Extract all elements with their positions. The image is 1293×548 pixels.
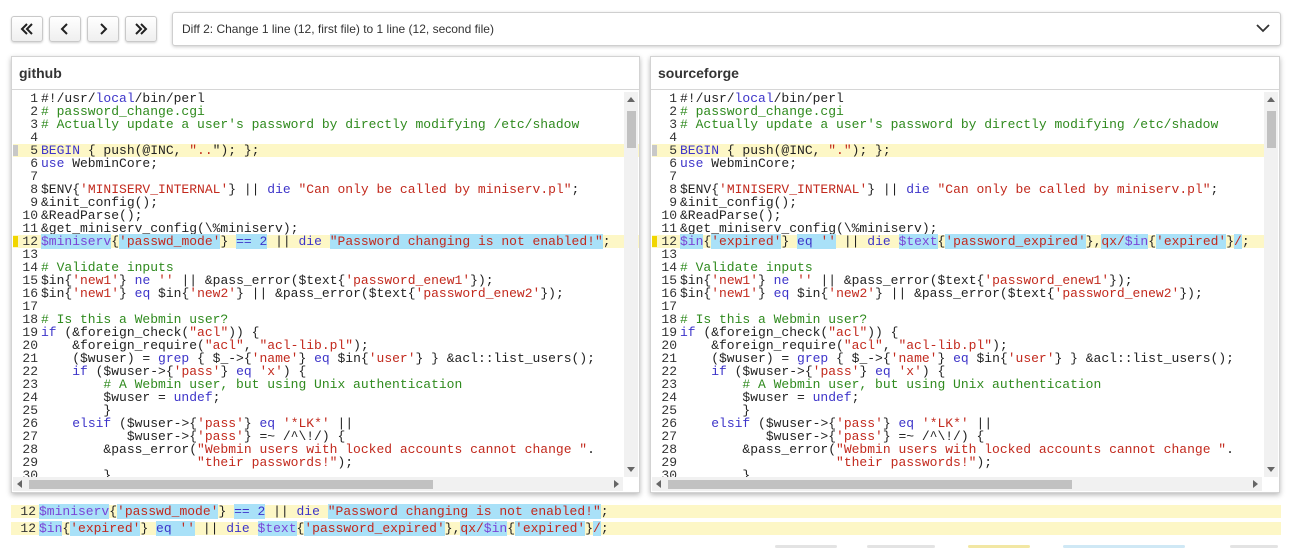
inline-diff-view: 12 $miniserv{'passwd_mode'} == 2 || die "… — [11, 504, 1281, 536]
left-panel-title: github — [12, 57, 639, 90]
first-diff-icon — [20, 23, 33, 35]
left-vertical-scrollbar[interactable] — [624, 92, 638, 477]
previous-diff-icon — [60, 23, 68, 35]
scroll-down-arrow-icon[interactable] — [1267, 467, 1275, 472]
left-file-panel: github 1 #!/usr/local/bin/perl 2 # passwor… — [11, 56, 640, 493]
code-line: 6 use WebminCore; — [669, 156, 798, 171]
code-line: 30 } — [661, 468, 751, 477]
last-diff-icon — [135, 23, 148, 35]
code-line: 3 # Actually update a user's password by … — [30, 117, 580, 132]
scrollbar-thumb[interactable] — [29, 480, 433, 489]
left-horizontal-scrollbar[interactable] — [13, 477, 623, 491]
right-panel-title: sourceforge — [651, 57, 1279, 90]
changed-code-line: 12 $in{'expired'} eq '' || die $text{'pas… — [652, 234, 1278, 249]
code-line: 6 use WebminCore; — [30, 156, 159, 171]
scrollbar-thumb[interactable] — [627, 111, 636, 148]
inline-diff-line-left: 12 $miniserv{'passwd_mode'} == 2 || die "… — [11, 504, 1281, 519]
next-diff-icon — [100, 23, 108, 35]
last-diff-button[interactable] — [125, 16, 157, 42]
inline-diff-line-right: 12 $in{'expired'} eq '' || die $text{'pas… — [11, 521, 1281, 536]
right-file-panel: sourceforge 1 #!/usr/local/bin/perl 2 # pa… — [650, 56, 1280, 493]
right-horizontal-scrollbar[interactable] — [652, 477, 1262, 491]
diff-toolbar: Diff 2: Change 1 line (12, first file) t… — [11, 12, 1281, 46]
code-line: 30 } — [22, 468, 112, 477]
scroll-down-arrow-icon[interactable] — [627, 467, 635, 472]
scroll-right-arrow-icon[interactable] — [614, 480, 619, 488]
first-diff-button[interactable] — [11, 16, 43, 42]
scroll-left-arrow-icon[interactable] — [17, 480, 22, 488]
diff-selector[interactable]: Diff 2: Change 1 line (12, first file) t… — [172, 12, 1281, 46]
chevron-down-icon — [1256, 24, 1270, 33]
scroll-up-arrow-icon[interactable] — [1267, 97, 1275, 102]
code-line: 16 $in{'new1'} eq $in{'new2'} || &pass_er… — [22, 286, 564, 301]
scroll-right-arrow-icon[interactable] — [1253, 480, 1258, 488]
code-line: 16 $in{'new1'} eq $in{'new2'} || &pass_er… — [661, 286, 1203, 301]
right-code-editor[interactable]: 1 #!/usr/local/bin/perl 2 # password_chang… — [652, 92, 1278, 477]
code-line: 3 # Actually update a user's password by … — [669, 117, 1219, 132]
next-diff-button[interactable] — [87, 16, 119, 42]
right-vertical-scrollbar[interactable] — [1264, 92, 1278, 477]
bottom-action-bar — [0, 543, 1293, 548]
left-code-editor[interactable]: 1 #!/usr/local/bin/perl 2 # password_chang… — [13, 92, 639, 477]
scrollbar-thumb[interactable] — [1267, 111, 1276, 148]
scroll-left-arrow-icon[interactable] — [656, 480, 661, 488]
diff-selector-value: Diff 2: Change 1 line (12, first file) t… — [182, 22, 494, 36]
scrollbar-thumb[interactable] — [668, 480, 1072, 489]
scroll-up-arrow-icon[interactable] — [627, 97, 635, 102]
previous-diff-button[interactable] — [49, 16, 81, 42]
changed-code-line: 12 $miniserv{'passwd_mode'} == 2 || die "… — [13, 234, 639, 249]
